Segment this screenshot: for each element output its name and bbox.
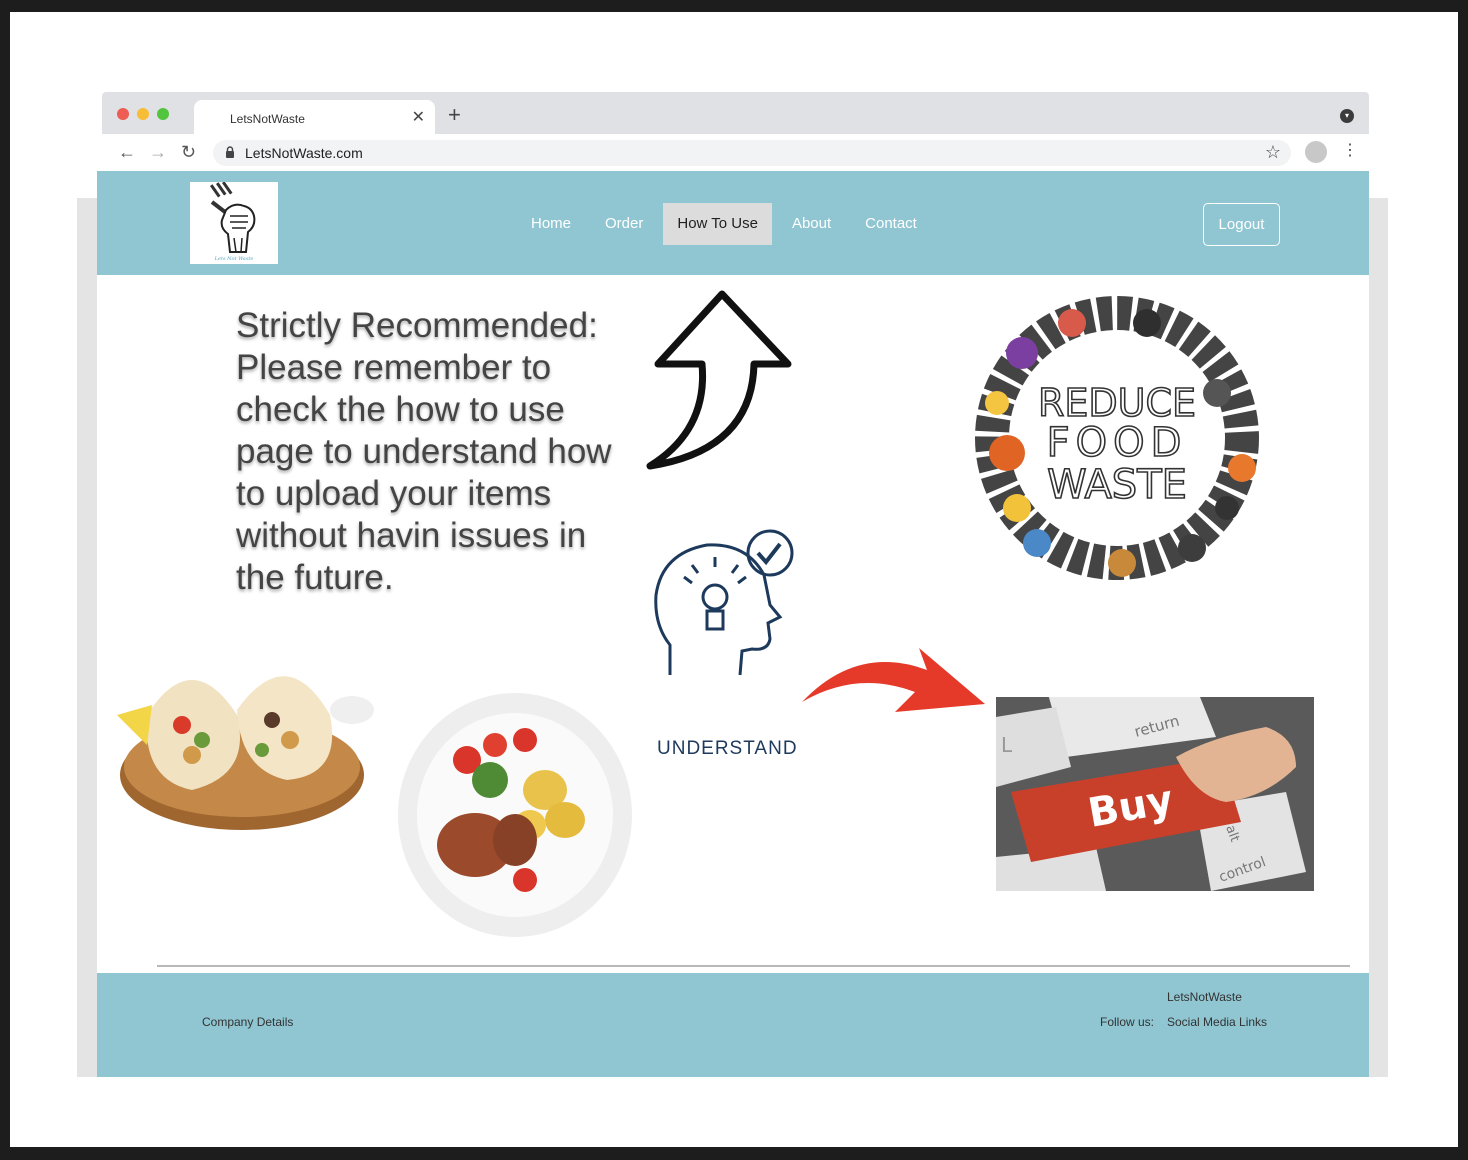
nav-how-to-use[interactable]: How To Use bbox=[663, 203, 772, 245]
logo-caption: Lets Not Waste bbox=[214, 256, 254, 262]
logout-button[interactable]: Logout bbox=[1203, 203, 1280, 246]
recommendation-text: Strictly Recommended: Please remember to… bbox=[236, 306, 612, 597]
reload-icon[interactable]: ↻ bbox=[181, 142, 196, 162]
site-footer: Company Details LetsNotWaste Follow us: … bbox=[97, 973, 1369, 1077]
site-logo[interactable]: Lets Not Waste bbox=[190, 181, 278, 264]
browser-toolbar: ← → ↻ LetsNotWaste.com ☆ ⋮ bbox=[102, 134, 1369, 171]
address-bar[interactable]: LetsNotWaste.com ☆ bbox=[213, 140, 1291, 166]
browser-tabstrip: LetsNotWaste ✕ + ▾ bbox=[102, 92, 1369, 134]
follow-us-label: Follow us: bbox=[1100, 1015, 1155, 1029]
fist-fork-logo-icon: Lets Not Waste bbox=[210, 181, 256, 262]
head-lightbulb-icon bbox=[654, 529, 794, 676]
url-text: LetsNotWaste.com bbox=[245, 145, 363, 161]
site-header: Lets Not Waste Home Order How To Use Abo… bbox=[97, 171, 1369, 275]
nav-home[interactable]: Home bbox=[517, 203, 585, 245]
close-window-button[interactable] bbox=[117, 108, 129, 120]
profile-avatar[interactable] bbox=[1305, 141, 1327, 163]
footer-divider bbox=[157, 965, 1350, 967]
nav-about[interactable]: About bbox=[778, 203, 845, 245]
badge-word-waste: WASTE bbox=[1047, 462, 1187, 508]
new-tab-button[interactable]: + bbox=[448, 102, 461, 128]
nav-contact[interactable]: Contact bbox=[851, 203, 931, 245]
browser-tab[interactable]: LetsNotWaste ✕ bbox=[194, 100, 435, 134]
minimize-window-button[interactable] bbox=[137, 108, 149, 120]
plate-photo bbox=[398, 693, 632, 937]
bookmark-star-icon[interactable]: ☆ bbox=[1265, 142, 1281, 163]
buy-keyboard-photo: Buy return alt control L bbox=[996, 697, 1314, 891]
tab-title: LetsNotWaste bbox=[230, 112, 305, 126]
tacos-photo bbox=[117, 676, 374, 830]
main-content: Strictly Recommended: Please remember to… bbox=[97, 275, 1369, 973]
maximize-window-button[interactable] bbox=[157, 108, 169, 120]
lock-icon bbox=[226, 146, 234, 158]
browser-menu-icon[interactable]: ⋮ bbox=[1342, 142, 1358, 160]
back-icon[interactable]: ← bbox=[118, 142, 136, 162]
up-arrow-icon bbox=[646, 290, 792, 470]
footer-brand: LetsNotWaste bbox=[1167, 990, 1242, 1004]
social-media-links[interactable]: Social Media Links bbox=[1167, 1015, 1267, 1029]
company-details-link[interactable]: Company Details bbox=[202, 1015, 293, 1029]
tab-close-icon[interactable]: ✕ bbox=[412, 107, 425, 127]
forward-icon[interactable]: → bbox=[149, 142, 167, 162]
badge-word-food: FOOD bbox=[1047, 420, 1188, 466]
reduce-food-waste-badge: REDUCE FOOD WASTE bbox=[975, 296, 1259, 580]
l-key-label: L bbox=[1001, 733, 1013, 757]
main-nav: Home Order How To Use About Contact bbox=[517, 203, 937, 245]
red-arrow-icon bbox=[802, 648, 985, 712]
tab-search-icon[interactable]: ▾ bbox=[1340, 109, 1354, 123]
badge-word-reduce: REDUCE bbox=[1038, 381, 1196, 425]
nav-order[interactable]: Order bbox=[591, 203, 657, 245]
understand-label: UNDERSTAND bbox=[657, 738, 798, 759]
